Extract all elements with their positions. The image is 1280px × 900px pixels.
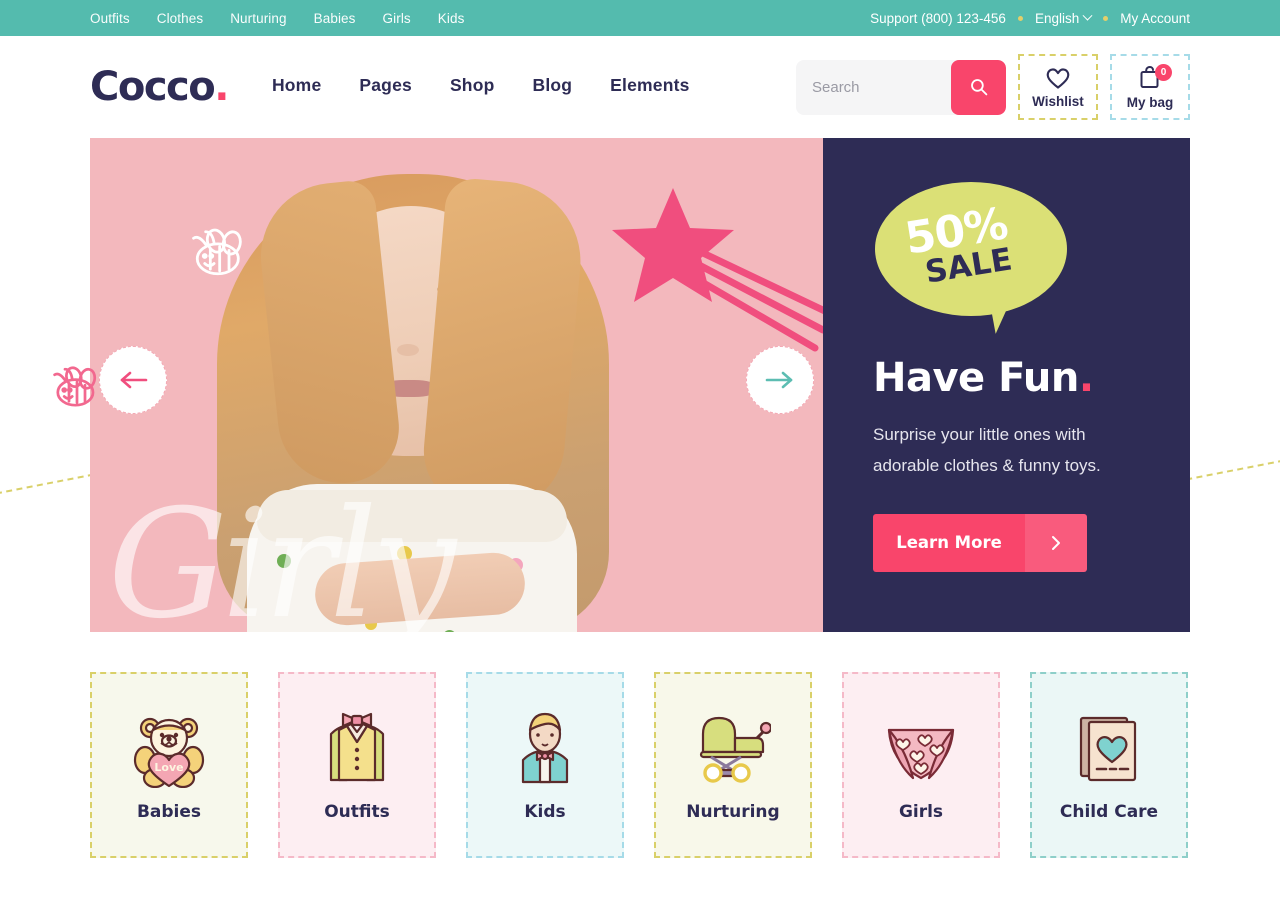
hero-next-button[interactable] xyxy=(746,346,814,414)
dress-flower xyxy=(443,630,456,632)
language-label: English xyxy=(1034,10,1080,26)
top-link-babies[interactable]: Babies xyxy=(314,11,356,26)
top-link-outfits[interactable]: Outfits xyxy=(90,11,130,26)
arrow-right-icon xyxy=(765,371,793,389)
site-logo[interactable]: Cocco. xyxy=(90,64,229,110)
svg-text:Love: Love xyxy=(154,761,183,774)
top-link-clothes[interactable]: Clothes xyxy=(157,11,203,26)
vest-icon xyxy=(329,712,385,782)
decor-dashed-line-right xyxy=(1175,459,1280,483)
category-label-girls: Girls xyxy=(898,802,944,822)
my-account-link[interactable]: My Account xyxy=(1120,11,1190,26)
logo-dot: . xyxy=(214,64,229,110)
top-category-links: Outfits Clothes Nurturing Babies Girls K… xyxy=(90,11,464,26)
panties-icon xyxy=(887,728,955,780)
hero-image-panel: Girly xyxy=(90,138,823,632)
cart-button[interactable]: 0 My bag xyxy=(1110,54,1190,120)
search-box xyxy=(796,59,1006,115)
nav-item-shop[interactable]: Shop xyxy=(450,75,495,99)
header-actions: Wishlist 0 My bag xyxy=(796,54,1190,120)
search-icon xyxy=(970,79,987,96)
bee-pink-decor-icon xyxy=(53,366,97,407)
category-label-babies: Babies xyxy=(136,802,202,822)
wishlist-label: Wishlist xyxy=(1032,93,1084,109)
hero-slider: Girly 50% SALE Have Fun. Surprise your l… xyxy=(53,138,1190,632)
category-card-outfits[interactable]: Outfits xyxy=(278,672,436,858)
search-button[interactable] xyxy=(951,59,1006,115)
nav-item-elements[interactable]: Elements xyxy=(610,75,689,99)
sale-badge: 50% SALE xyxy=(875,182,1105,347)
stroller-icon xyxy=(699,716,771,783)
category-card-girls[interactable]: Girls xyxy=(842,672,1000,858)
logo-text: Cocco xyxy=(90,64,216,110)
chevron-down-icon xyxy=(1082,10,1093,21)
hero-child-photo xyxy=(195,166,625,632)
teddy-bear-icon: Love xyxy=(133,717,205,788)
top-link-nurturing[interactable]: Nurturing xyxy=(230,11,286,26)
care-book-icon xyxy=(1079,716,1137,782)
bee-decor-icon xyxy=(192,228,242,276)
nav-item-blog[interactable]: Blog xyxy=(532,75,572,99)
heart-icon xyxy=(1046,67,1070,89)
hero-subtitle: Surprise your little ones with adorable … xyxy=(873,425,1101,476)
main-navigation: Home Pages Shop Blog Elements xyxy=(269,75,690,107)
top-link-kids[interactable]: Kids xyxy=(438,11,465,26)
learn-more-arrow-cell xyxy=(1025,513,1087,572)
category-label-outfits: Outfits xyxy=(324,802,390,822)
hero-title-text: Have Fun xyxy=(873,355,1079,401)
hero-content-panel: 50% SALE Have Fun. Surprise your little … xyxy=(823,138,1190,632)
wishlist-button[interactable]: Wishlist xyxy=(1018,54,1098,120)
category-card-nurturing[interactable]: Nurturing xyxy=(654,672,812,858)
category-label-kids: Kids xyxy=(524,802,566,822)
decor-dashed-line-left xyxy=(0,471,105,495)
support-phone: Support (800) 123-456 xyxy=(870,10,1006,26)
cart-count-badge: 0 xyxy=(1155,64,1172,81)
sale-bubble-tail xyxy=(979,284,1017,336)
category-card-child-care[interactable]: Child Care xyxy=(1030,672,1188,858)
search-input[interactable] xyxy=(796,78,951,96)
boy-icon xyxy=(521,712,569,784)
category-card-grid: Love Babies Outfits Kids Nurturing Girls… xyxy=(90,672,1190,858)
learn-more-button[interactable]: Learn More xyxy=(873,513,1087,572)
dress-flower xyxy=(277,554,291,568)
dot-separator-icon-2 xyxy=(1103,15,1109,21)
photo-nose xyxy=(397,344,419,356)
top-link-girls[interactable]: Girls xyxy=(383,11,411,26)
category-label-child-care: Child Care xyxy=(1059,802,1159,822)
dot-separator-icon xyxy=(1017,15,1023,21)
language-selector[interactable]: English xyxy=(1034,10,1093,26)
category-label-nurturing: Nurturing xyxy=(686,802,780,822)
page-root: Outfits Clothes Nurturing Babies Girls K… xyxy=(0,0,1280,900)
category-card-kids[interactable]: Kids xyxy=(466,672,624,858)
chevron-right-icon xyxy=(1052,535,1060,550)
cart-label: My bag xyxy=(1126,94,1174,110)
hero-prev-button[interactable] xyxy=(99,346,167,414)
category-card-babies[interactable]: Love Babies xyxy=(90,672,248,858)
site-header: Cocco. Home Pages Shop Blog Elements Sea… xyxy=(0,36,1280,138)
nav-item-home[interactable]: Home xyxy=(269,75,324,107)
top-utility-bar: Outfits Clothes Nurturing Babies Girls K… xyxy=(0,0,1280,36)
hero-title: Have Fun. xyxy=(873,355,1140,401)
shooting-star-decor-icon xyxy=(612,188,823,352)
hero-title-dot: . xyxy=(1078,355,1094,401)
nav-item-pages[interactable]: Pages xyxy=(359,75,412,99)
top-right-utilities: Support (800) 123-456 English My Account xyxy=(870,10,1190,26)
arrow-left-icon xyxy=(120,371,148,389)
learn-more-label: Learn More xyxy=(896,533,1002,553)
